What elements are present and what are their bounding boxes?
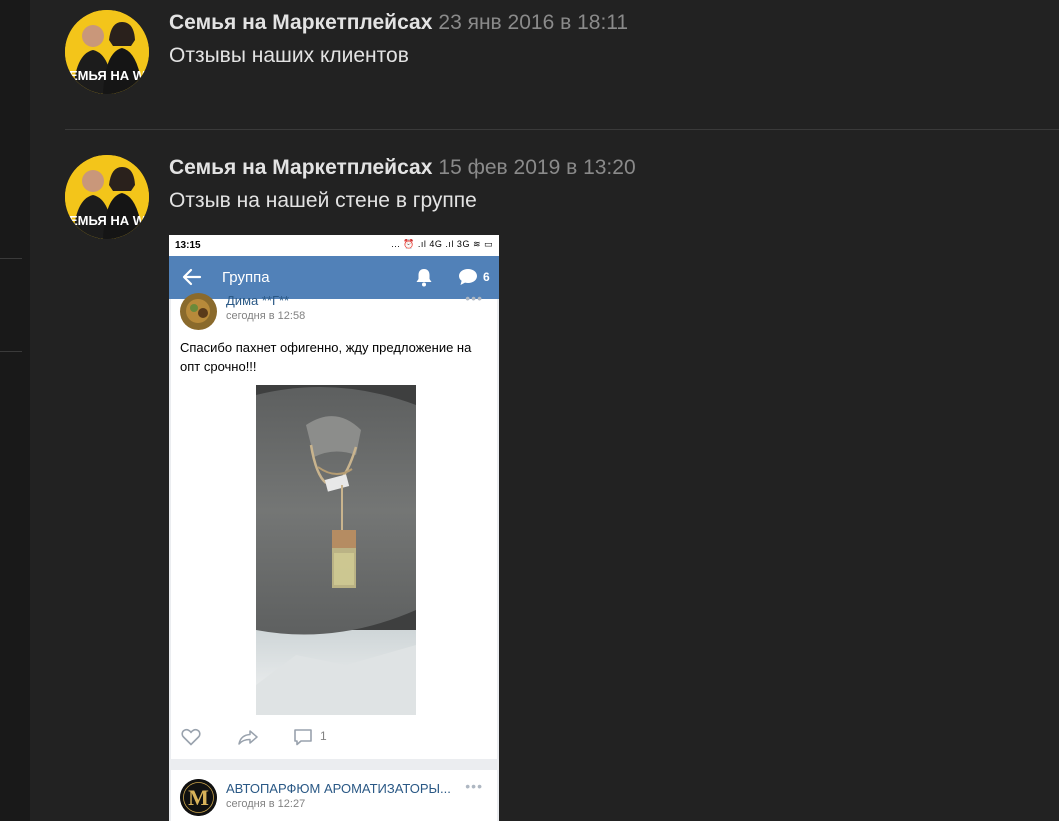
toolbar-title: Группа: [222, 269, 270, 286]
attached-screenshot[interactable]: 13:15 ... ⏰ .ıl 4G .ıl 3G ≋ ▭ Группа 6 Д…: [169, 235, 499, 821]
post-text: Отзыв на нашей стене в группе: [169, 189, 477, 212]
avatar-caption: СЕМЬЯ НА WB: [65, 213, 149, 228]
author-avatar[interactable]: СЕМЬЯ НА WB: [65, 10, 149, 94]
author-name[interactable]: Семья на Маркетплейсах: [169, 156, 432, 179]
like-icon[interactable]: [181, 728, 201, 746]
review-card: Дима **Г** сегодня в 12:58 ••• Спасибо п…: [171, 290, 497, 759]
review-photo[interactable]: [256, 385, 416, 715]
review-text: Спасибо пахнет офигенно, жду предложение…: [180, 340, 472, 374]
status-icons: ... ⏰ .ıl 4G .ıl 3G ≋ ▭: [391, 239, 493, 249]
next-post-time[interactable]: сегодня в 12:27: [226, 798, 305, 810]
post-divider: [65, 129, 1059, 130]
more-menu-icon[interactable]: •••: [465, 778, 483, 794]
avatar-image: СЕМЬЯ НА WB: [65, 10, 149, 94]
comment-count-badge: 6: [483, 270, 490, 284]
post-header: Семья на Маркетплейсах 15 фев 2019 в 13:2…: [169, 155, 636, 181]
author-avatar[interactable]: СЕМЬЯ НА WB: [65, 155, 149, 239]
phone-status-bar: 13:15 ... ⏰ .ıl 4G .ıl 3G ≋ ▭: [169, 235, 499, 256]
shop-logo[interactable]: M: [180, 779, 217, 816]
more-menu-icon[interactable]: •••: [465, 290, 483, 306]
wall-post: СЕМЬЯ НА WB Семья на Маркетплейсах 23 янв…: [65, 10, 1059, 110]
reviewer-avatar-image: [180, 293, 217, 330]
status-time: 13:15: [175, 240, 201, 251]
back-arrow-icon[interactable]: [181, 266, 203, 288]
avatar-image: СЕМЬЯ НА WB: [65, 155, 149, 239]
review-time[interactable]: сегодня в 12:58: [226, 310, 305, 322]
left-sidebar: [0, 0, 30, 821]
shop-name[interactable]: АВТОПАРФЮМ АРОМАТИЗАТОРЫ...: [226, 781, 451, 796]
reviewer-avatar[interactable]: [180, 293, 217, 330]
post-text: Отзывы наших клиентов: [169, 44, 409, 67]
comment-icon[interactable]: [293, 728, 313, 746]
post-date[interactable]: 15 фев 2019 в 13:20: [438, 156, 635, 179]
next-post-card: M АВТОПАРФЮМ АРОМАТИЗАТОРЫ... сегодня в …: [171, 770, 497, 821]
share-icon[interactable]: [237, 729, 259, 745]
reviewer-name[interactable]: Дима **Г**: [226, 293, 289, 308]
comments-count: 1: [320, 729, 327, 743]
sidebar-divider: [0, 258, 22, 259]
author-name[interactable]: Семья на Маркетплейсах: [169, 11, 432, 34]
avatar-caption: СЕМЬЯ НА WB: [65, 68, 149, 83]
shop-logo-image: M: [180, 779, 217, 816]
chat-icon[interactable]: [458, 268, 478, 286]
app-toolbar: Группа 6: [169, 256, 499, 299]
post-header: Семья на Маркетплейсах 23 янв 2016 в 18:1…: [169, 10, 628, 36]
post-date[interactable]: 23 янв 2016 в 18:11: [438, 11, 628, 34]
sidebar-divider: [0, 351, 22, 352]
review-actions: 1: [171, 725, 497, 751]
bell-icon[interactable]: [414, 267, 434, 287]
logo-letter: M: [188, 785, 209, 810]
car-air-freshener-photo: [256, 385, 416, 715]
